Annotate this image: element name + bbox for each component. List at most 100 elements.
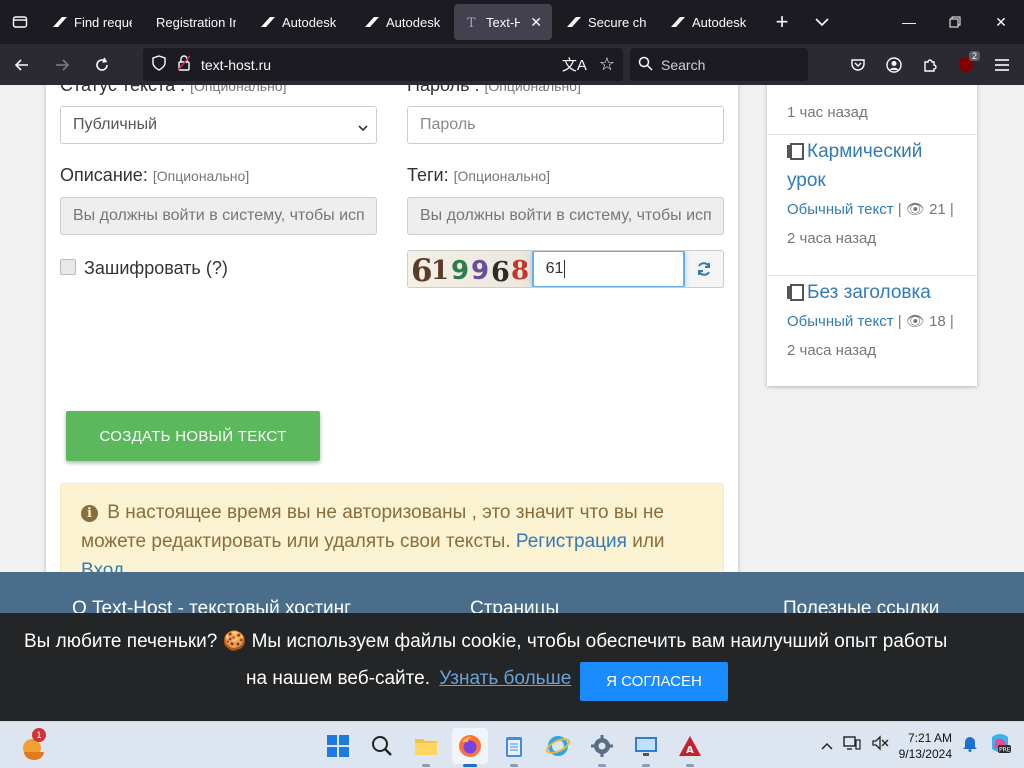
url-text: text-host.ru xyxy=(201,56,272,73)
tab-title: Secure che xyxy=(588,14,646,30)
lock-icon[interactable] xyxy=(177,55,191,74)
reload-icon[interactable] xyxy=(84,49,120,81)
menu-icon[interactable] xyxy=(986,49,1018,81)
text-cursor xyxy=(564,260,566,278)
list-item: 1 час назад xyxy=(767,85,977,135)
optional-hint: [Опционально] xyxy=(453,168,551,184)
svg-text:A: A xyxy=(686,745,694,756)
item-title[interactable]: Кармический урок xyxy=(787,137,957,195)
tags-label: Теги: [Опционально] xyxy=(407,165,550,186)
learn-more-link[interactable]: Узнать больше xyxy=(439,668,571,689)
search-placeholder: Search xyxy=(661,56,706,73)
tab-bar: Find reque Registration Inf Autodesk - A… xyxy=(0,0,1024,44)
tags-input[interactable]: Вы должны войти в систему, чтобы исп xyxy=(407,197,724,235)
refresh-captcha-icon[interactable] xyxy=(685,251,723,287)
tab-title: Autodesk - xyxy=(282,14,340,30)
internet-explorer-icon[interactable] xyxy=(540,728,576,764)
account-icon[interactable] xyxy=(878,49,910,81)
url-bar[interactable]: text-host.ru 文A ☆ xyxy=(143,48,623,81)
status-select[interactable]: Публичный xyxy=(60,106,377,144)
encrypt-checkbox[interactable] xyxy=(60,259,76,275)
forward-icon[interactable] xyxy=(44,49,80,81)
firefox-icon[interactable] xyxy=(452,728,488,767)
extensions-icon[interactable] xyxy=(914,49,946,81)
tab-registration[interactable]: Registration Inf xyxy=(146,4,246,40)
info-icon: i xyxy=(81,505,98,522)
eye-icon: 👁 xyxy=(905,201,925,218)
tab-find-requests[interactable]: Find reque xyxy=(42,4,142,40)
tab-secure-check[interactable]: Secure che xyxy=(556,4,656,40)
notification-bell-icon[interactable] xyxy=(962,734,978,757)
item-views: 21 xyxy=(929,201,946,218)
tags-placeholder: Вы должны войти в систему, чтобы исп xyxy=(420,207,712,224)
search-bar[interactable]: Search xyxy=(630,48,808,81)
ublock-icon[interactable]: 2 xyxy=(950,49,982,81)
create-text-button[interactable]: Создать новый текст xyxy=(66,411,320,461)
tab-autodesk-1[interactable]: Autodesk - xyxy=(250,4,350,40)
encrypt-label: Зашифровать (?) xyxy=(84,258,228,279)
description-input[interactable]: Вы должны войти в систему, чтобы исп xyxy=(60,197,377,235)
captcha-input[interactable]: 61 xyxy=(531,251,686,287)
pocket-icon[interactable] xyxy=(842,49,874,81)
tab-autodesk-3[interactable]: Autodesk | xyxy=(660,4,760,40)
tab-list-icon[interactable] xyxy=(0,0,40,44)
item-time: 1 час назад xyxy=(787,104,868,121)
close-window-icon[interactable]: ✕ xyxy=(978,0,1024,44)
description-label-text: Описание: xyxy=(60,165,148,185)
remote-desktop-icon[interactable] xyxy=(628,728,664,767)
chevron-down-icon[interactable] xyxy=(802,4,842,40)
status-value: Публичный xyxy=(73,116,158,133)
captcha-image: 6 1 9 9 6 8 xyxy=(408,251,534,287)
description-placeholder: Вы должны войти в систему, чтобы исп xyxy=(73,207,365,224)
search-icon xyxy=(638,56,653,74)
item-views: 18 xyxy=(929,313,946,330)
translate-icon[interactable]: 文A xyxy=(562,54,587,75)
back-icon[interactable] xyxy=(4,49,40,81)
chevron-down-icon xyxy=(358,119,368,137)
notepad-icon[interactable] xyxy=(496,728,532,767)
svg-text:9: 9 xyxy=(451,256,471,286)
register-link[interactable]: Регистрация xyxy=(516,531,627,552)
optional-hint: [Опционально] xyxy=(152,168,250,184)
new-tab-icon[interactable]: + xyxy=(762,4,802,40)
shield-icon[interactable] xyxy=(151,55,167,74)
copilot-icon[interactable]: PRE xyxy=(988,731,1012,760)
svg-text:T: T xyxy=(467,16,476,29)
tab-title: Registration Inf xyxy=(156,14,236,30)
svg-text:6: 6 xyxy=(491,257,512,287)
tab-autodesk-2[interactable]: Autodesk - xyxy=(354,4,450,40)
tab-title: Autodesk - xyxy=(386,14,440,30)
encrypt-help[interactable]: (?) xyxy=(206,258,228,278)
clock[interactable]: 7:21 AM 9/13/2024 xyxy=(899,730,952,762)
agree-button[interactable]: Я согласен xyxy=(580,662,728,701)
start-icon[interactable] xyxy=(320,728,356,764)
window-controls: — ✕ xyxy=(886,0,1024,44)
item-type-link[interactable]: Обычный текст xyxy=(787,313,894,330)
volume-mute-icon[interactable] xyxy=(871,735,889,756)
autodesk-icon xyxy=(670,14,686,30)
password-input[interactable]: Пароль xyxy=(407,106,724,144)
cookie-text-end: на нашем веб-сайте. xyxy=(246,668,431,689)
autocad-icon[interactable]: A xyxy=(672,728,708,767)
close-tab-icon[interactable]: ✕ xyxy=(530,14,542,31)
status-label: Статус текста : [Опционально] xyxy=(60,85,286,96)
item-type-link[interactable]: Обычный текст xyxy=(787,201,894,218)
search-icon[interactable] xyxy=(364,728,400,764)
item-title-text[interactable]: Кармический урок xyxy=(787,141,922,191)
file-explorer-icon[interactable] xyxy=(408,728,444,767)
clock-date: 9/13/2024 xyxy=(898,746,952,761)
minimize-icon[interactable]: — xyxy=(886,0,932,44)
item-meta: Обычный текст | 👁 18 | xyxy=(787,313,954,330)
item-title[interactable]: Без заголовка xyxy=(787,278,957,307)
tab-text-host[interactable]: T Text-Ho ✕ xyxy=(454,4,552,40)
chevron-up-icon[interactable] xyxy=(821,737,833,755)
item-title-text[interactable]: Без заголовка xyxy=(807,282,931,303)
encrypt-label-text: Зашифровать xyxy=(84,258,201,278)
restore-icon[interactable] xyxy=(932,0,978,44)
settings-icon[interactable] xyxy=(584,728,620,767)
star-icon[interactable]: ☆ xyxy=(599,54,615,75)
page-viewport: Статус текста : [Опционально] Публичный … xyxy=(0,85,1024,721)
weather-widget-icon[interactable]: 1 xyxy=(18,728,50,762)
network-icon[interactable] xyxy=(842,735,861,756)
description-label: Описание: [Опционально] xyxy=(60,165,249,186)
